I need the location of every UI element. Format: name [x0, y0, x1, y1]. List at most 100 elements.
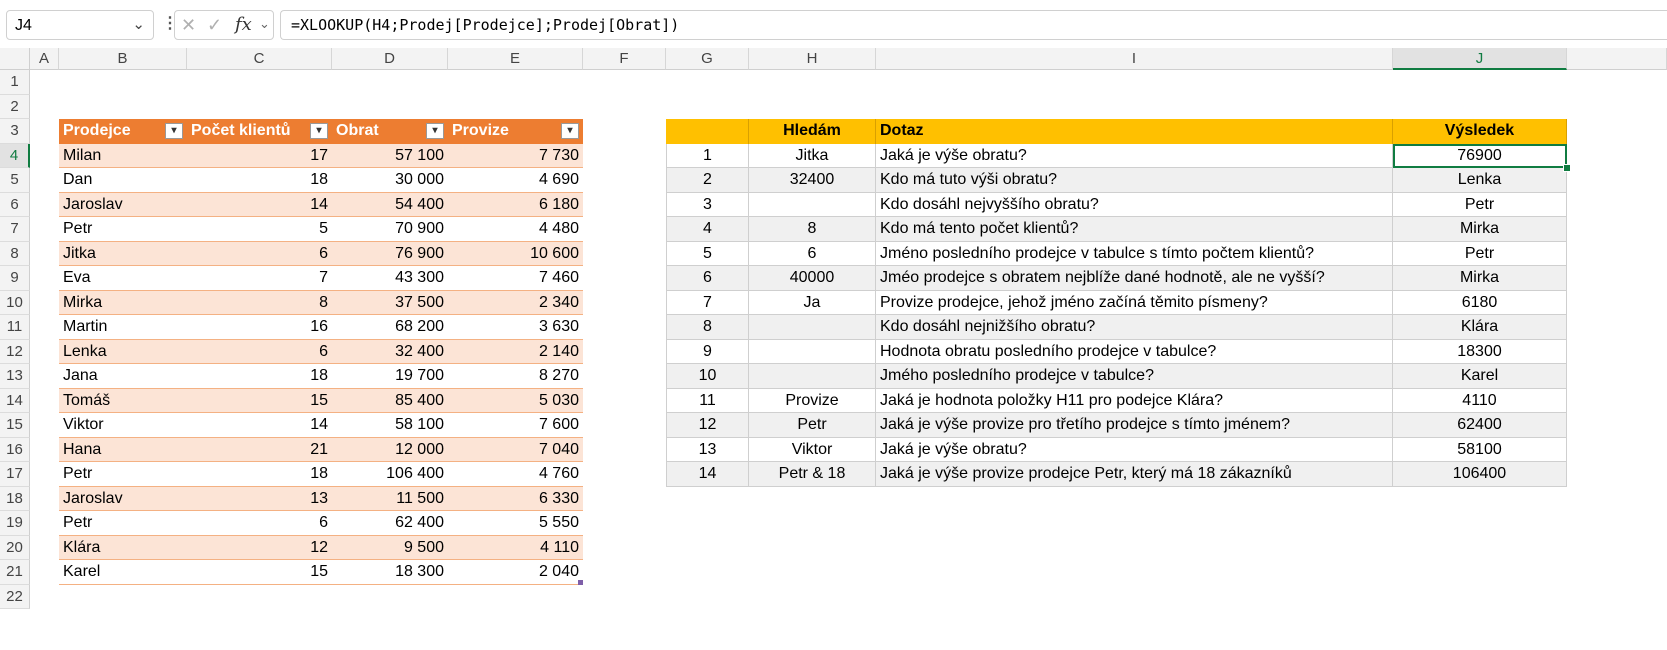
row-header-11[interactable]: 11 — [0, 315, 30, 340]
table-cell[interactable]: Viktor — [59, 413, 187, 438]
table-cell[interactable]: 8 — [187, 290, 332, 315]
table-cell[interactable]: Tomáš — [59, 388, 187, 413]
table-cell[interactable]: 68 200 — [332, 315, 448, 340]
table-cell[interactable]: Klára — [59, 535, 187, 560]
function-icon[interactable]: fx — [235, 14, 252, 35]
table-cell[interactable]: 58 100 — [332, 413, 448, 438]
row-header-19[interactable]: 19 — [0, 511, 30, 536]
table-cell[interactable]: 15 — [187, 560, 332, 585]
query-header-1[interactable]: Hledám — [749, 119, 876, 144]
table-cell[interactable]: 5 030 — [448, 388, 583, 413]
chevron-down-icon[interactable]: ⌄ — [132, 15, 145, 33]
query-cell[interactable]: 10 — [666, 364, 749, 389]
table-cell[interactable]: Martin — [59, 315, 187, 340]
query-cell[interactable]: Viktor — [749, 437, 876, 462]
query-header-0[interactable] — [666, 119, 749, 144]
column-header-f[interactable]: F — [583, 48, 666, 70]
table-cell[interactable]: Jana — [59, 364, 187, 389]
query-cell[interactable]: 5 — [666, 241, 749, 266]
query-cell[interactable]: 6 — [666, 266, 749, 291]
table-cell[interactable]: Petr — [59, 462, 187, 487]
query-cell[interactable]: Klára — [1393, 315, 1567, 340]
table-cell[interactable]: 18 300 — [332, 560, 448, 585]
table-cell[interactable]: 15 — [187, 388, 332, 413]
query-header-2[interactable]: Dotaz — [876, 119, 1393, 144]
query-cell[interactable] — [749, 315, 876, 340]
table-resize-handle[interactable] — [578, 579, 583, 585]
column-header-d[interactable]: D — [332, 48, 448, 70]
table-cell[interactable]: 76 900 — [332, 241, 448, 266]
table-cell[interactable]: 10 600 — [448, 241, 583, 266]
query-cell[interactable]: Petr — [1393, 192, 1567, 217]
fill-handle[interactable] — [1563, 164, 1571, 172]
query-cell[interactable]: 12 — [666, 413, 749, 438]
row-header-18[interactable]: 18 — [0, 486, 30, 511]
filter-dropdown-icon[interactable]: ▾ — [561, 123, 579, 139]
table-cell[interactable]: 5 550 — [448, 511, 583, 536]
table-cell[interactable]: 4 760 — [448, 462, 583, 487]
query-cell[interactable]: Hodnota obratu posledního prodejce v tab… — [876, 339, 1393, 364]
table-cell[interactable]: 7 460 — [448, 266, 583, 291]
column-header-h[interactable]: H — [749, 48, 876, 70]
row-header-8[interactable]: 8 — [0, 241, 30, 266]
row-header-20[interactable]: 20 — [0, 535, 30, 560]
table-cell[interactable]: Jitka — [59, 241, 187, 266]
query-cell[interactable]: Jaká je výše provize pro třetího prodejc… — [876, 413, 1393, 438]
table-cell[interactable]: 16 — [187, 315, 332, 340]
table-cell[interactable]: 8 270 — [448, 364, 583, 389]
query-cell[interactable]: Jaká je výše obratu? — [876, 437, 1393, 462]
query-cell[interactable]: Mirka — [1393, 266, 1567, 291]
query-cell[interactable]: 3 — [666, 192, 749, 217]
filter-dropdown-icon[interactable]: ▾ — [165, 123, 183, 139]
table-cell[interactable]: 32 400 — [332, 339, 448, 364]
row-header-2[interactable]: 2 — [0, 94, 30, 119]
query-cell[interactable]: 8 — [749, 217, 876, 242]
query-cell[interactable]: Jméo prodejce s obratem nejblíže dané ho… — [876, 266, 1393, 291]
table-cell[interactable]: 18 — [187, 364, 332, 389]
table-header-3[interactable]: Provize ▾ — [448, 119, 583, 144]
row-header-21[interactable]: 21 — [0, 560, 30, 585]
column-header-g[interactable]: G — [666, 48, 749, 70]
row-header-17[interactable]: 17 — [0, 462, 30, 487]
table-cell[interactable]: 9 500 — [332, 535, 448, 560]
table-cell[interactable]: 17 — [187, 143, 332, 168]
query-cell[interactable]: Jaká je výše provize prodejce Petr, kter… — [876, 462, 1393, 487]
chevron-down-icon[interactable]: ⌄ — [259, 16, 270, 32]
query-cell[interactable]: Jméno posledního prodejce v tabulce s tí… — [876, 241, 1393, 266]
row-header-3[interactable]: 3 — [0, 119, 30, 144]
table-cell[interactable]: 62 400 — [332, 511, 448, 536]
table-cell[interactable]: 2 040 — [448, 560, 583, 585]
query-cell[interactable]: 9 — [666, 339, 749, 364]
select-all-corner[interactable] — [0, 48, 30, 70]
query-cell[interactable]: Jaká je výše obratu? — [876, 143, 1393, 168]
filter-dropdown-icon[interactable]: ▾ — [426, 123, 444, 139]
query-cell[interactable]: Jmého posledního prodejce v tabulce? — [876, 364, 1393, 389]
query-cell[interactable]: 40000 — [749, 266, 876, 291]
table-cell[interactable]: 57 100 — [332, 143, 448, 168]
row-header-4[interactable]: 4 — [0, 143, 30, 168]
row-header-22[interactable]: 22 — [0, 584, 30, 609]
table-cell[interactable]: 85 400 — [332, 388, 448, 413]
table-cell[interactable]: Lenka — [59, 339, 187, 364]
table-cell[interactable]: 6 180 — [448, 192, 583, 217]
table-cell[interactable]: 12 — [187, 535, 332, 560]
table-cell[interactable]: 43 300 — [332, 266, 448, 291]
table-cell[interactable]: Milan — [59, 143, 187, 168]
row-header-1[interactable]: 1 — [0, 70, 30, 95]
query-cell[interactable]: 18300 — [1393, 339, 1567, 364]
table-cell[interactable]: Petr — [59, 217, 187, 242]
query-cell[interactable]: 4 — [666, 217, 749, 242]
query-cell[interactable]: Mirka — [1393, 217, 1567, 242]
table-header-1[interactable]: Počet klientů ▾ — [187, 119, 332, 144]
table-cell[interactable]: 5 — [187, 217, 332, 242]
row-header-12[interactable]: 12 — [0, 339, 30, 364]
table-cell[interactable]: 4 110 — [448, 535, 583, 560]
table-cell[interactable]: 2 140 — [448, 339, 583, 364]
table-cell[interactable]: 6 330 — [448, 486, 583, 511]
table-cell[interactable]: Petr — [59, 511, 187, 536]
table-cell[interactable]: 3 630 — [448, 315, 583, 340]
query-cell[interactable]: Jaká je hodnota položky H11 pro podejce … — [876, 388, 1393, 413]
query-cell[interactable]: Lenka — [1393, 168, 1567, 193]
row-header-14[interactable]: 14 — [0, 388, 30, 413]
table-cell[interactable]: 7 600 — [448, 413, 583, 438]
